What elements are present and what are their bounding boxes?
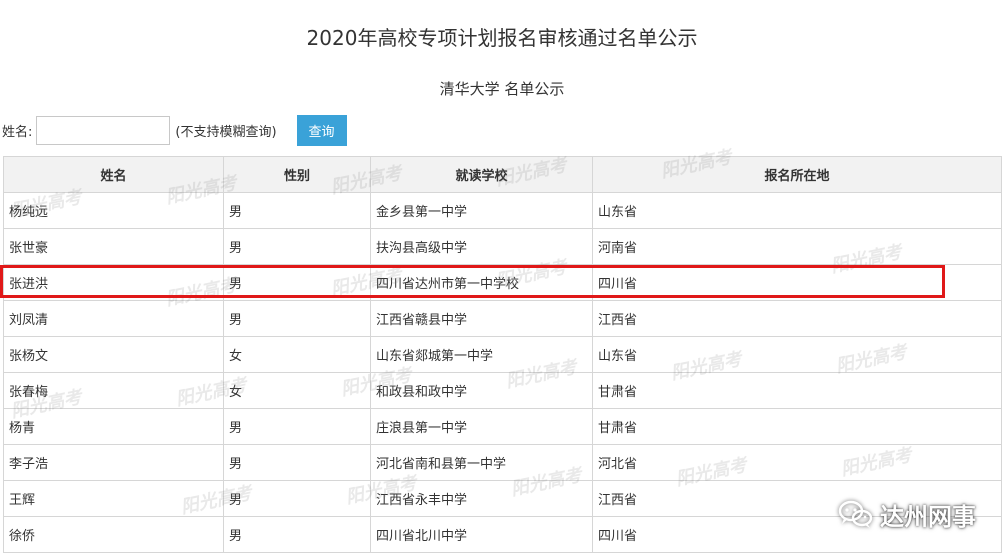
result-table: 姓名 性别 就读学校 报名所在地 杨纯远男金乡县第一中学 山东省 张世豪男扶沟县高级… <box>3 156 1002 553</box>
cell-school: 山东省郯城第一中学 <box>370 336 593 373</box>
search-label: 姓名: <box>2 124 33 140</box>
page-subtitle: 清华大学 名单公示 <box>439 80 565 98</box>
cell-region: 江西省 <box>592 300 1002 337</box>
cell-gender: 女 <box>223 372 371 409</box>
cell-gender: 男 <box>223 480 371 517</box>
table-row: 张进洪男四川省达州市第一中学校 四川省 <box>3 264 1002 301</box>
cell-region: 河北省 <box>592 444 1002 481</box>
cell-name: 王辉 <box>3 480 224 517</box>
cell-school: 江西省赣县中学 <box>370 300 593 337</box>
table-row: 张春梅女和政县和政中学 甘肃省 <box>3 372 1002 409</box>
table-row: 杨纯远男金乡县第一中学 山东省 <box>3 192 1002 229</box>
wechat-icon <box>838 500 873 528</box>
cell-school: 河北省南和县第一中学 <box>370 444 593 481</box>
cell-gender: 男 <box>223 516 371 553</box>
cell-gender: 男 <box>223 264 371 301</box>
column-header-school: 就读学校 <box>370 156 593 193</box>
column-header-gender: 性别 <box>223 156 371 193</box>
table-row: 李子浩男河北省南和县第一中学 河北省 <box>3 444 1002 481</box>
cell-school: 四川省达州市第一中学校 <box>370 264 593 301</box>
name-search-input[interactable] <box>36 115 171 145</box>
cell-name: 张春梅 <box>3 372 224 409</box>
cell-region: 甘肃省 <box>592 408 1002 445</box>
search-bar: 姓名: (不支持模糊查询) 查询 <box>0 114 347 146</box>
cell-gender: 男 <box>223 408 371 445</box>
column-header-region: 报名所在地 <box>592 156 1002 193</box>
badge-text: 达州网事 <box>880 502 976 531</box>
cell-name: 刘凤清 <box>3 300 224 337</box>
query-button[interactable]: 查询 <box>296 114 347 146</box>
cell-school: 四川省北川中学 <box>370 516 593 553</box>
table-row: 张世豪男扶沟县高级中学 河南省 <box>3 228 1002 265</box>
table-row: 张杨文女山东省郯城第一中学 山东省 <box>3 336 1002 373</box>
table-row: 刘凤清男江西省赣县中学 江西省 <box>3 300 1002 337</box>
cell-school: 和政县和政中学 <box>370 372 593 409</box>
cell-region: 山东省 <box>592 336 1002 373</box>
wechat-badge: 达州网事 <box>838 496 976 532</box>
cell-school: 扶沟县高级中学 <box>370 228 593 265</box>
cell-name: 杨纯远 <box>3 192 224 229</box>
table-row: 杨青男庄浪县第一中学 甘肃省 <box>3 408 1002 445</box>
cell-region: 甘肃省 <box>592 372 1002 409</box>
cell-region: 河南省 <box>592 228 1002 265</box>
cell-name: 徐侨 <box>3 516 224 553</box>
cell-gender: 男 <box>223 300 371 337</box>
cell-region: 山东省 <box>592 192 1002 229</box>
page-title: 2020年高校专项计划报名审核通过名单公示 <box>306 26 698 50</box>
cell-gender: 男 <box>223 444 371 481</box>
cell-gender: 男 <box>223 192 371 229</box>
table-header-row: 姓名 性别 就读学校 报名所在地 <box>3 156 1002 193</box>
cell-name: 张杨文 <box>3 336 224 373</box>
column-header-name: 姓名 <box>3 156 224 193</box>
cell-name: 张世豪 <box>3 228 224 265</box>
cell-school: 金乡县第一中学 <box>370 192 593 229</box>
cell-name: 李子浩 <box>3 444 224 481</box>
cell-name: 张进洪 <box>3 264 224 301</box>
cell-name: 杨青 <box>3 408 224 445</box>
cell-region: 四川省 <box>592 264 1002 301</box>
cell-school: 庄浪县第一中学 <box>370 408 593 445</box>
cell-gender: 女 <box>223 336 371 373</box>
search-hint: (不支持模糊查询) <box>175 124 277 140</box>
cell-school: 江西省永丰中学 <box>370 480 593 517</box>
cell-gender: 男 <box>223 228 371 265</box>
